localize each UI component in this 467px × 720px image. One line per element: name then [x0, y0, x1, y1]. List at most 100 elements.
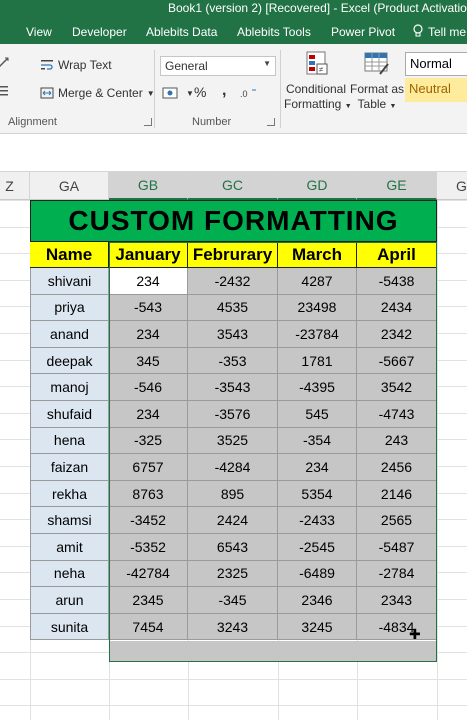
value-cell[interactable]: 234 — [278, 454, 357, 481]
value-cell[interactable]: -4743 — [357, 401, 437, 428]
value-cell[interactable]: -2433 — [278, 507, 357, 534]
value-cell[interactable]: -546 — [109, 374, 188, 401]
indent-icon[interactable] — [0, 84, 10, 98]
tab-power-pivot[interactable]: Power Pivot — [331, 25, 395, 39]
value-cell[interactable]: 2346 — [278, 587, 357, 614]
value-cell[interactable]: 234 — [109, 268, 188, 295]
value-cell[interactable]: -4395 — [278, 374, 357, 401]
sheet-banner-title[interactable]: CUSTOM FORMATTING — [30, 200, 437, 242]
value-cell[interactable]: 6543 — [188, 534, 278, 561]
column-header-gc[interactable]: GC — [188, 172, 278, 200]
value-cell[interactable]: 3245 — [278, 613, 357, 641]
value-cell[interactable]: 3525 — [188, 427, 278, 455]
value-cell[interactable]: -325 — [109, 427, 188, 455]
name-cell[interactable]: sunita — [30, 613, 109, 641]
value-cell[interactable]: 6757 — [109, 454, 188, 481]
value-cell[interactable]: 2424 — [188, 507, 278, 534]
name-cell[interactable]: shivani — [30, 268, 109, 295]
tell-me-search[interactable]: Tell me — [428, 25, 466, 39]
value-cell[interactable]: 234 — [109, 401, 188, 428]
name-cell[interactable]: amit — [30, 534, 109, 561]
value-cell[interactable]: 2434 — [357, 294, 437, 322]
name-cell[interactable]: shamsi — [30, 507, 109, 534]
value-cell[interactable]: -345 — [188, 587, 278, 614]
header-cell[interactable]: January — [109, 242, 188, 268]
tab-developer[interactable]: Developer — [72, 25, 127, 39]
column-header-ga[interactable]: GA — [30, 172, 109, 200]
value-cell[interactable]: -3576 — [188, 401, 278, 428]
value-cell[interactable]: 243 — [357, 427, 437, 455]
name-cell[interactable]: deepak — [30, 347, 109, 375]
value-cell[interactable]: -23784 — [278, 321, 357, 348]
value-cell[interactable]: -5667 — [357, 347, 437, 375]
orientation-icon[interactable] — [0, 56, 14, 72]
column-header-gd[interactable]: GD — [278, 172, 357, 200]
value-cell[interactable]: 8763 — [109, 480, 188, 508]
name-cell[interactable]: shufaid — [30, 401, 109, 428]
tab-view[interactable]: View — [26, 25, 52, 39]
accounting-format-button[interactable]: ▼ — [162, 86, 194, 100]
name-cell[interactable]: manoj — [30, 374, 109, 401]
value-cell[interactable]: -42784 — [109, 560, 188, 588]
value-cell[interactable]: 234 — [109, 321, 188, 348]
value-cell[interactable]: -2545 — [278, 534, 357, 561]
value-cell[interactable]: -3452 — [109, 507, 188, 534]
value-cell[interactable]: 545 — [278, 401, 357, 428]
column-header-z[interactable]: Z — [0, 172, 30, 200]
comma-style-button[interactable]: , — [222, 82, 226, 100]
value-cell[interactable]: -2432 — [188, 268, 278, 295]
number-launcher-icon[interactable] — [267, 118, 275, 126]
increase-decimal-button[interactable]: .0 — [240, 86, 258, 100]
value-cell[interactable]: -2784 — [357, 560, 437, 588]
value-cell[interactable]: 2343 — [357, 587, 437, 614]
value-cell[interactable]: 2565 — [357, 507, 437, 534]
format-as-table-button[interactable]: Format as Table ▼ — [350, 50, 404, 114]
value-cell[interactable]: 2342 — [357, 321, 437, 348]
value-cell[interactable]: 4287 — [278, 268, 357, 295]
tab-ablebits-tools[interactable]: Ablebits Tools — [237, 25, 311, 39]
name-cell[interactable]: neha — [30, 560, 109, 588]
value-cell[interactable]: -4284 — [188, 454, 278, 481]
value-cell[interactable]: 345 — [109, 347, 188, 375]
header-cell[interactable]: Februrary — [188, 242, 278, 268]
name-cell[interactable]: priya — [30, 294, 109, 322]
value-cell[interactable]: 2345 — [109, 587, 188, 614]
wrap-text-button[interactable]: Wrap Text — [40, 58, 112, 72]
value-cell[interactable]: 3543 — [188, 321, 278, 348]
value-cell[interactable]: -354 — [278, 427, 357, 455]
header-cell[interactable]: April — [357, 242, 437, 268]
name-cell[interactable]: hena — [30, 427, 109, 455]
value-cell[interactable]: 2325 — [188, 560, 278, 588]
conditional-formatting-button[interactable]: ≠ Conditional Formatting ▼ — [284, 50, 352, 114]
name-cell[interactable]: arun — [30, 587, 109, 614]
value-cell[interactable]: 2456 — [357, 454, 437, 481]
column-header-ge[interactable]: GE — [357, 172, 437, 200]
merge-center-button[interactable]: Merge & Center ▼ — [40, 86, 155, 100]
selection-empty-row[interactable] — [109, 641, 437, 662]
value-cell[interactable]: 895 — [188, 480, 278, 508]
value-cell[interactable]: 23498 — [278, 294, 357, 322]
column-header-gb[interactable]: GB — [109, 172, 188, 200]
value-cell[interactable]: 4535 — [188, 294, 278, 322]
value-cell[interactable]: -3543 — [188, 374, 278, 401]
tab-ablebits-data[interactable]: Ablebits Data — [146, 25, 217, 39]
value-cell[interactable]: 7454 — [109, 613, 188, 641]
name-cell[interactable]: faizan — [30, 454, 109, 481]
value-cell[interactable]: 5354 — [278, 480, 357, 508]
value-cell[interactable]: -4834 — [357, 613, 437, 641]
alignment-launcher-icon[interactable] — [144, 118, 152, 126]
header-cell[interactable]: March — [278, 242, 357, 268]
value-cell[interactable]: 2146 — [357, 480, 437, 508]
value-cell[interactable]: -5352 — [109, 534, 188, 561]
header-cell[interactable]: Name — [30, 242, 109, 268]
percent-style-button[interactable]: % — [194, 84, 206, 100]
value-cell[interactable]: -543 — [109, 294, 188, 322]
cell-style-neutral[interactable]: Neutral — [405, 78, 467, 102]
value-cell[interactable]: 1781 — [278, 347, 357, 375]
value-cell[interactable]: -5487 — [357, 534, 437, 561]
value-cell[interactable]: -5438 — [357, 268, 437, 295]
name-cell[interactable]: rekha — [30, 480, 109, 508]
value-cell[interactable]: 3243 — [188, 613, 278, 641]
cell-style-normal[interactable]: Normal — [405, 52, 467, 76]
column-header-next[interactable]: G — [437, 172, 467, 200]
